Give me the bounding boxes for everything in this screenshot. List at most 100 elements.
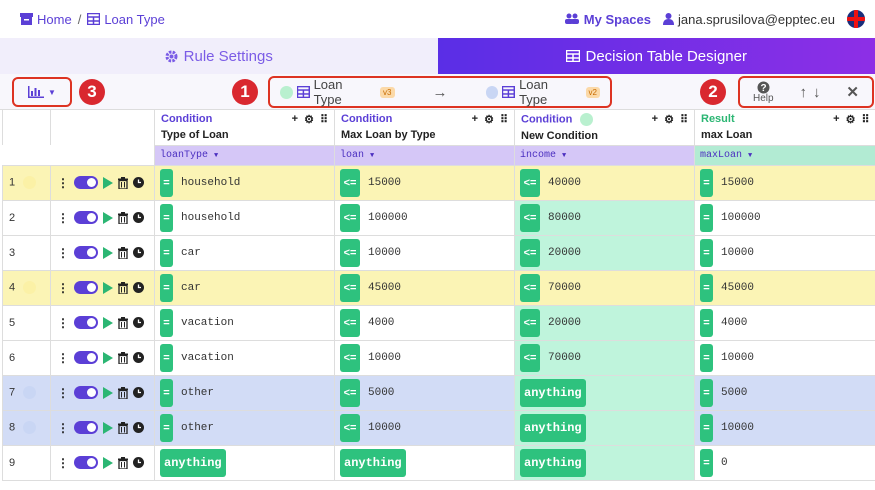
arrow-up-icon[interactable]: ↑ <box>799 84 807 101</box>
play-icon[interactable] <box>103 176 113 189</box>
clock-icon[interactable] <box>133 457 144 468</box>
table-cell[interactable]: <= 20000 <box>514 234 695 271</box>
plus-icon[interactable]: + <box>292 113 298 126</box>
breadcrumb-home[interactable]: Home <box>20 12 72 27</box>
table-cell[interactable]: <= 70000 <box>514 269 695 306</box>
table-cell[interactable]: = 10000 <box>694 234 875 271</box>
trash-icon[interactable] <box>118 211 128 224</box>
table-cell[interactable]: = 10000 <box>694 409 875 446</box>
kebab-menu-icon[interactable]: ⋮ <box>57 456 69 470</box>
field-select[interactable]: loanType ▼ <box>154 144 335 166</box>
trash-icon[interactable] <box>118 351 128 364</box>
tab-decision-table-designer[interactable]: Decision Table Designer <box>437 38 875 74</box>
play-icon[interactable] <box>103 456 113 469</box>
table-cell[interactable]: <= 100000 <box>334 199 515 236</box>
row-enabled-toggle[interactable] <box>74 421 98 434</box>
play-icon[interactable] <box>103 211 113 224</box>
row-enabled-toggle[interactable] <box>74 281 98 294</box>
clock-icon[interactable] <box>133 387 144 398</box>
table-cell[interactable]: = 0 <box>694 444 875 481</box>
grid-icon[interactable]: ⠿ <box>500 113 508 126</box>
gear-icon[interactable]: ⚙ <box>664 113 674 126</box>
table-cell[interactable]: = 45000 <box>694 269 875 306</box>
play-icon[interactable] <box>103 386 113 399</box>
table-cell[interactable]: = other <box>154 409 335 446</box>
table-cell[interactable]: anything <box>334 444 515 481</box>
table-cell[interactable]: <= 20000 <box>514 304 695 341</box>
user-menu[interactable]: jana.sprusilova@epptec.eu <box>662 12 835 27</box>
table-cell[interactable]: = car <box>154 269 335 306</box>
help-button[interactable]: ? Help <box>753 81 774 104</box>
plus-icon[interactable]: + <box>472 113 478 126</box>
kebab-menu-icon[interactable]: ⋮ <box>57 246 69 260</box>
row-enabled-toggle[interactable] <box>74 176 98 189</box>
grid-icon[interactable]: ⠿ <box>861 113 869 126</box>
table-cell[interactable]: = 100000 <box>694 199 875 236</box>
kebab-menu-icon[interactable]: ⋮ <box>57 386 69 400</box>
kebab-menu-icon[interactable]: ⋮ <box>57 421 69 435</box>
table-cell[interactable]: = other <box>154 374 335 411</box>
gear-icon[interactable]: ⚙ <box>846 113 856 126</box>
grid-icon[interactable]: ⠿ <box>320 113 328 126</box>
kebab-menu-icon[interactable]: ⋮ <box>57 211 69 225</box>
trash-icon[interactable] <box>118 246 128 259</box>
gear-icon[interactable]: ⚙ <box>304 113 314 126</box>
trash-icon[interactable] <box>118 176 128 189</box>
column-header[interactable]: Condition Max Loan by Type + ⚙ ⠿ <box>334 110 515 145</box>
table-cell[interactable]: <= 10000 <box>334 339 515 376</box>
row-enabled-toggle[interactable] <box>74 386 98 399</box>
table-cell[interactable]: <= 40000 <box>514 164 695 201</box>
version-from[interactable]: Loan Type v3 <box>280 77 395 107</box>
grid-icon[interactable]: ⠿ <box>680 113 688 126</box>
field-select[interactable]: income ▼ <box>514 144 695 166</box>
table-cell[interactable]: anything <box>514 409 695 446</box>
table-cell[interactable]: <= 10000 <box>334 409 515 446</box>
plus-icon[interactable]: + <box>833 113 839 126</box>
trash-icon[interactable] <box>118 281 128 294</box>
play-icon[interactable] <box>103 281 113 294</box>
row-enabled-toggle[interactable] <box>74 456 98 469</box>
plus-icon[interactable]: + <box>652 113 658 126</box>
uk-flag-icon[interactable] <box>847 10 865 28</box>
kebab-menu-icon[interactable]: ⋮ <box>57 281 69 295</box>
close-icon[interactable]: ✕ <box>846 83 859 101</box>
table-cell[interactable]: <= 4000 <box>334 304 515 341</box>
table-cell[interactable]: = household <box>154 199 335 236</box>
chart-menu-button[interactable]: ▼ <box>12 77 72 107</box>
table-cell[interactable]: = 15000 <box>694 164 875 201</box>
clock-icon[interactable] <box>133 247 144 258</box>
table-cell[interactable]: <= 10000 <box>334 234 515 271</box>
table-cell[interactable]: <= 80000 <box>514 199 695 236</box>
clock-icon[interactable] <box>133 422 144 433</box>
breadcrumb-current[interactable]: Loan Type <box>87 12 165 27</box>
clock-icon[interactable] <box>133 177 144 188</box>
table-cell[interactable]: <= 5000 <box>334 374 515 411</box>
table-cell[interactable]: <= 15000 <box>334 164 515 201</box>
table-cell[interactable]: anything <box>514 374 695 411</box>
clock-icon[interactable] <box>133 317 144 328</box>
row-enabled-toggle[interactable] <box>74 316 98 329</box>
clock-icon[interactable] <box>133 212 144 223</box>
table-cell[interactable]: = vacation <box>154 304 335 341</box>
version-to[interactable]: Loan Type v2 <box>485 77 600 107</box>
table-cell[interactable]: anything <box>154 444 335 481</box>
table-cell[interactable]: = vacation <box>154 339 335 376</box>
trash-icon[interactable] <box>118 456 128 469</box>
kebab-menu-icon[interactable]: ⋮ <box>57 316 69 330</box>
clock-icon[interactable] <box>133 352 144 363</box>
kebab-menu-icon[interactable]: ⋮ <box>57 351 69 365</box>
field-select[interactable]: maxLoan ▼ <box>694 144 875 166</box>
table-cell[interactable]: = 10000 <box>694 339 875 376</box>
play-icon[interactable] <box>103 421 113 434</box>
gear-icon[interactable]: ⚙ <box>484 113 494 126</box>
trash-icon[interactable] <box>118 316 128 329</box>
tab-rule-settings[interactable]: Rule Settings <box>0 38 438 74</box>
column-header[interactable]: Result max Loan + ⚙ ⠿ <box>694 110 875 145</box>
column-header[interactable]: Condition Type of Loan + ⚙ ⠿ <box>154 110 335 145</box>
table-cell[interactable]: = 5000 <box>694 374 875 411</box>
trash-icon[interactable] <box>118 421 128 434</box>
arrow-down-icon[interactable]: ↓ <box>813 84 821 101</box>
table-cell[interactable]: = 4000 <box>694 304 875 341</box>
play-icon[interactable] <box>103 246 113 259</box>
row-enabled-toggle[interactable] <box>74 211 98 224</box>
